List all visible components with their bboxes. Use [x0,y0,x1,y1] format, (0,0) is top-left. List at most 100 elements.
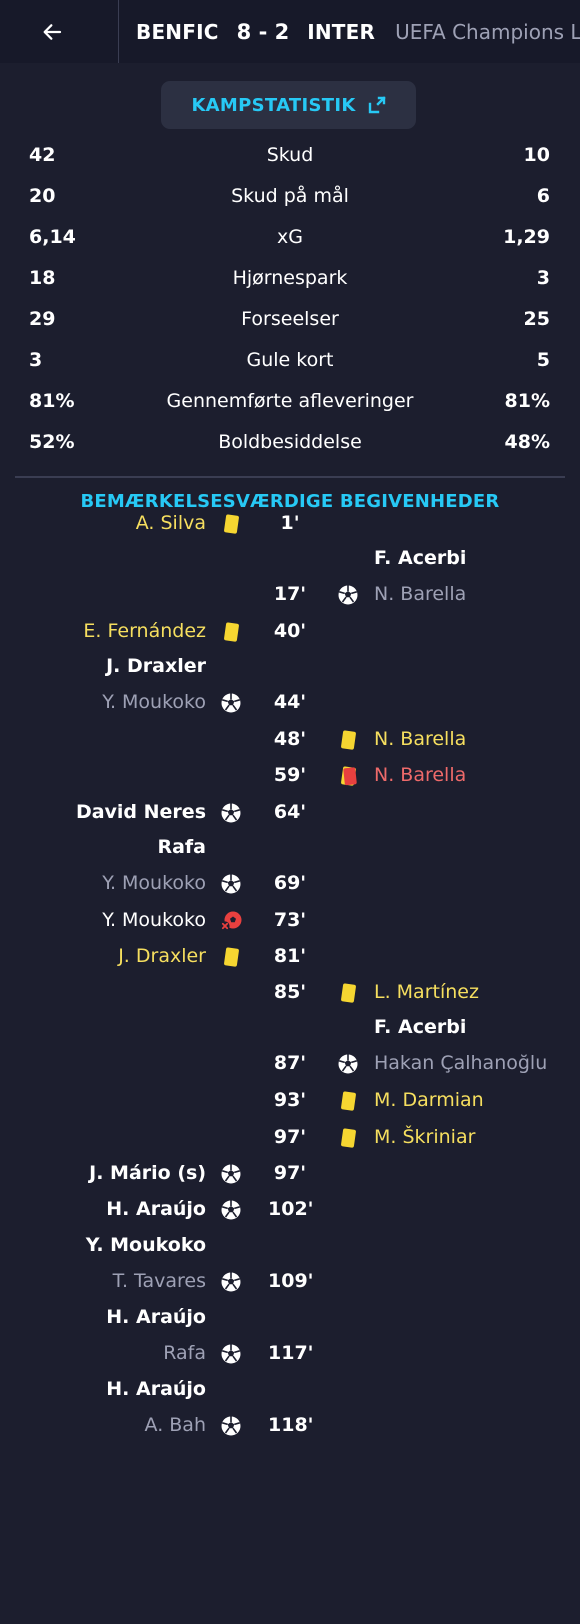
soccer-ball-icon [219,1414,243,1438]
event-player[interactable]: J. Draxler [118,945,206,967]
event-minute: 59' [273,764,307,786]
event-player[interactable]: L. Martínez [374,981,479,1003]
match-stats-button[interactable]: KAMPSTATISTIK [161,81,416,129]
event-player[interactable]: David Neres [76,801,206,823]
event-player[interactable]: Rafa [157,836,206,858]
stat-row: 6,14 xG 1,29 [0,219,580,260]
event-minute: 85' [273,981,307,1003]
event-player[interactable]: H. Araújo [106,1198,206,1220]
event-minute: 17' [273,583,307,605]
stat-away-value: 81% [504,390,550,412]
yellow-card-icon [336,981,360,1005]
event-assist[interactable]: Y. Moukoko [102,691,206,713]
back-button[interactable] [0,0,104,63]
yellow-card-icon [219,512,243,536]
event-player[interactable]: H. Araújo [106,1378,206,1400]
stat-row: 18 Hjørnespark 3 [0,260,580,301]
event-assist[interactable]: N. Barella [374,583,466,605]
event-minute: 64' [273,801,307,823]
score-line: BENFIC 8 - 2 INTER UEFA Champions Le [136,0,580,63]
soccer-ball-icon [219,1162,243,1186]
event-minute: 102' [268,1198,314,1220]
event-minute: 48' [273,728,307,750]
stats-list: 42 Skud 10 20 Skud på mål 6 6,14 xG 1,29 18 Hjørne… [0,137,580,465]
stat-label: Skud på mål [231,185,349,207]
stat-label: Boldbesiddelse [218,431,362,453]
stat-away-value: 3 [536,267,550,289]
yellow-card-icon [336,1126,360,1150]
stat-away-value: 10 [523,144,550,166]
match-stats-label: KAMPSTATISTIK [191,94,356,116]
event-player[interactable]: J. Draxler [106,655,206,677]
stat-label: Gule kort [246,349,334,371]
event-minute: 73' [273,909,307,931]
event-player[interactable]: H. Araújo [106,1306,206,1328]
stat-away-value: 48% [504,431,550,453]
stat-label: Skud [266,144,314,166]
event-minute: 69' [273,872,307,894]
soccer-ball-icon [336,583,360,607]
event-player[interactable]: M. Škriniar [374,1126,475,1148]
stat-row: 20 Skud på mål 6 [0,178,580,219]
event-minute: 40' [273,620,307,642]
soccer-ball-icon [219,801,243,825]
away-team: INTER [307,19,376,44]
event-player[interactable]: J. Mário (s) [89,1162,206,1184]
event-player[interactable]: F. Acerbi [374,1016,466,1038]
event-player[interactable]: Y. Moukoko [102,909,206,931]
soccer-ball-icon [219,1270,243,1294]
event-player[interactable]: E. Fernández [83,620,206,642]
home-team: BENFIC [136,19,219,44]
event-player[interactable]: Y. Moukoko [86,1234,206,1256]
yellow-card-icon [219,945,243,969]
stat-row: 52% Boldbesiddelse 48% [0,424,580,465]
yellow-card-icon [336,1089,360,1113]
header-divider [118,0,119,63]
event-assist[interactable]: Rafa [163,1342,206,1364]
event-player[interactable]: N. Barella [374,764,466,786]
events-title: BEMÆRKELSESVÆRDIGE BEGIVENHEDER [80,491,500,512]
event-minute: 81' [273,945,307,967]
event-minute: 1' [280,512,300,534]
event-assist[interactable]: A. Bah [145,1414,206,1436]
red-card-icon [336,764,360,788]
event-minute: 97' [273,1162,307,1184]
stat-away-value: 1,29 [503,226,550,248]
expand-icon [368,96,386,114]
event-minute: 109' [268,1270,314,1292]
event-minute: 44' [273,691,307,713]
soccer-ball-icon [219,691,243,715]
soccer-ball-icon [219,872,243,896]
event-player[interactable]: A. Silva [136,512,206,534]
missed-penalty-icon [219,909,243,933]
event-minute: 117' [268,1342,314,1364]
event-assist[interactable]: T. Tavares [113,1270,206,1292]
event-minute: 93' [273,1089,307,1111]
soccer-ball-icon [336,1052,360,1076]
stat-row: 42 Skud 10 [0,137,580,178]
stat-row: 3 Gule kort 5 [0,342,580,383]
event-player[interactable]: N. Barella [374,728,466,750]
event-assist[interactable]: Y. Moukoko [102,872,206,894]
stat-away-value: 6 [536,185,550,207]
stat-label: Forseelser [241,308,339,330]
competition-name: UEFA Champions Le [395,19,580,44]
event-player[interactable]: M. Darmian [374,1089,484,1111]
event-player[interactable]: F. Acerbi [374,547,466,569]
event-assist[interactable]: Hakan Çalhanoğlu [374,1052,547,1074]
match-score: 8 - 2 [236,19,290,44]
stat-label: Hjørnespark [232,267,348,289]
stat-label: Gennemførte afleveringer [166,390,414,412]
stat-away-value: 5 [536,349,550,371]
stat-row: 81% Gennemførte afleveringer 81% [0,383,580,424]
yellow-card-icon [219,620,243,644]
event-minute: 87' [273,1052,307,1074]
stat-row: 29 Forseelser 25 [0,301,580,342]
section-divider [15,476,565,478]
event-minute: 118' [268,1414,314,1436]
stat-label: xG [277,226,303,248]
arrow-left-icon [40,20,64,44]
soccer-ball-icon [219,1198,243,1222]
event-minute: 97' [273,1126,307,1148]
yellow-card-icon [336,728,360,752]
